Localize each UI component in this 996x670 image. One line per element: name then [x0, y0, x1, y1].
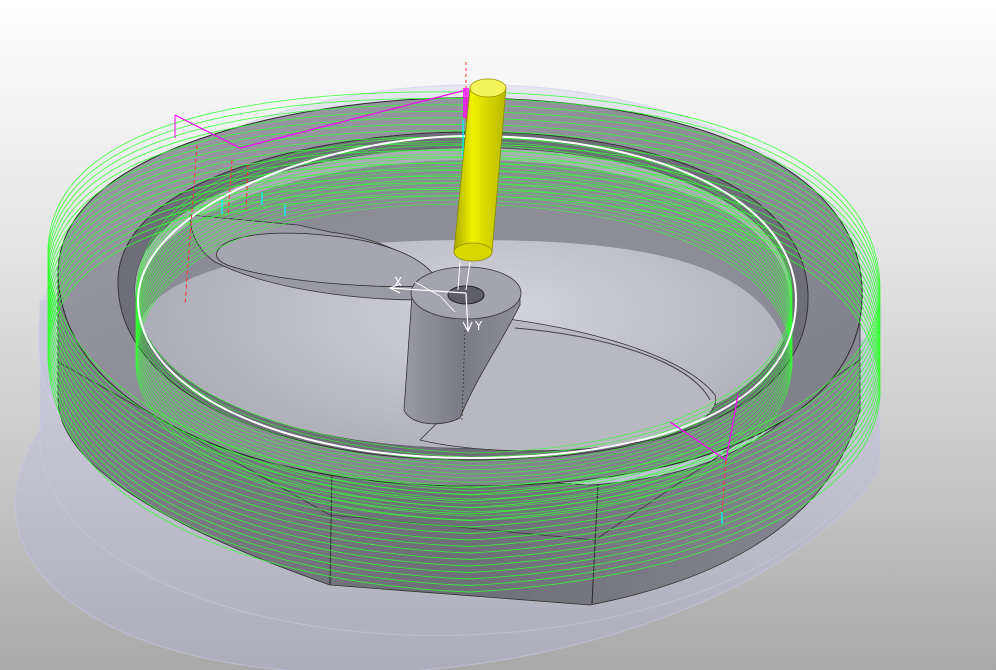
x-axis-label: X [394, 275, 402, 289]
tool-tip [453, 242, 493, 262]
tool-top-face [469, 78, 507, 98]
cam-scene[interactable]: X Y [0, 0, 996, 670]
3d-viewport[interactable]: X Y [0, 0, 996, 670]
y-axis-label: Y [474, 319, 483, 333]
